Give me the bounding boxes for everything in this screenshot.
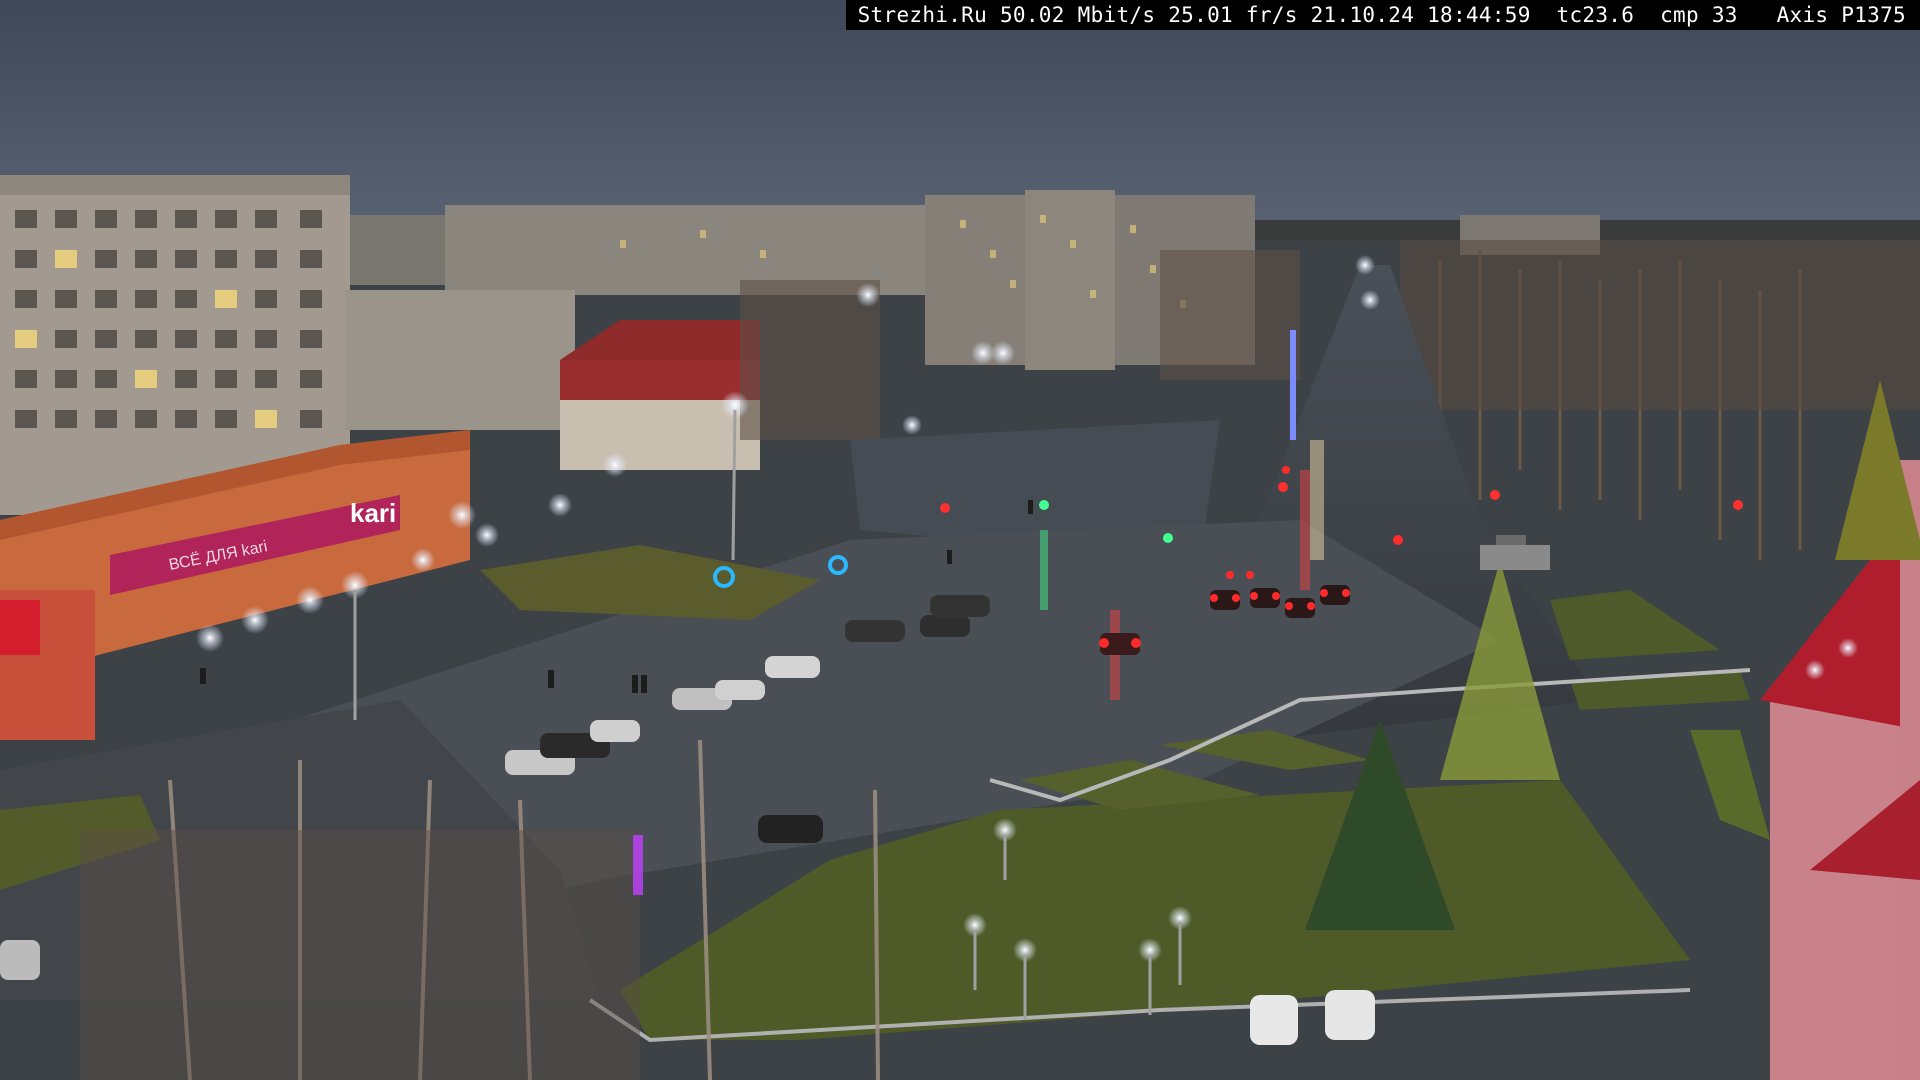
foreground-tree-canopy <box>80 830 640 1080</box>
festive-pole-lights <box>633 835 643 895</box>
city-scene: kari ВСЁ ДЛЯ kari <box>0 0 1920 1080</box>
monument-base <box>1480 545 1550 570</box>
store-sign-kari: kari <box>350 498 396 528</box>
tree-canopy-center-right <box>1160 250 1300 380</box>
webcam-frame: kari ВСЁ ДЛЯ kari Strezhi.Ru 50.02 Mbit/… <box>0 0 1920 1080</box>
tree-canopy-right <box>1400 240 1920 410</box>
camera-osd-overlay: Strezhi.Ru 50.02 Mbit/s 25.01 fr/s 21.10… <box>845 0 1920 30</box>
tree-canopy-center <box>740 280 880 440</box>
avenue-holiday-lights <box>1290 330 1296 440</box>
